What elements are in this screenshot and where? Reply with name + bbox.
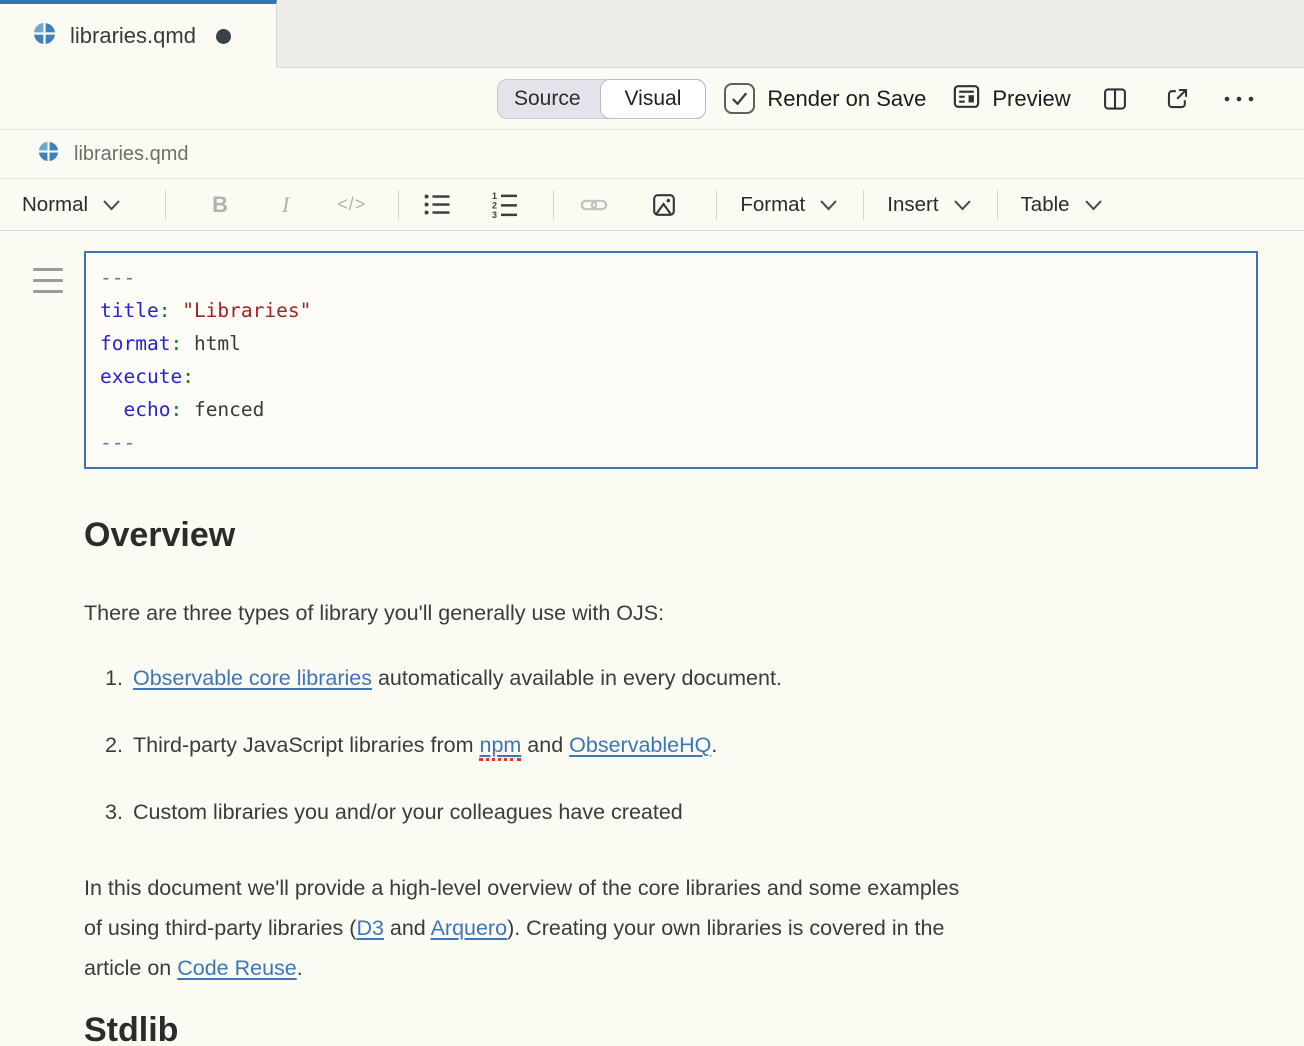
chevron-down-icon	[1084, 199, 1103, 211]
editor-mode-toggle: Source Visual	[497, 79, 706, 119]
tab-bar: libraries.qmd	[0, 0, 1304, 68]
formatting-toolbar: Normal B I </> 1 2 3	[0, 179, 1304, 231]
preview-label: Preview	[992, 86, 1070, 112]
preview-button[interactable]: Preview	[951, 81, 1070, 117]
render-on-save-checkbox[interactable]	[724, 83, 755, 114]
yaml-echo-line: echo: fenced	[100, 393, 1242, 426]
insert-menu-label: Insert	[887, 193, 938, 217]
list-number: 1.	[105, 664, 133, 692]
source-mode-button[interactable]: Source	[498, 87, 601, 111]
preview-icon	[951, 81, 982, 117]
code-button[interactable]: </>	[337, 194, 366, 215]
yaml-execute-line: execute:	[100, 360, 1242, 393]
chevron-down-icon	[102, 199, 121, 211]
render-on-save-label[interactable]: Render on Save	[767, 86, 926, 112]
numbered-list-icon: 1 2 3	[492, 191, 519, 218]
list-item-text: Third-party JavaScript libraries from np…	[133, 731, 717, 759]
numbered-list-button[interactable]: 1 2 3	[492, 191, 519, 218]
yaml-title-line: title: "Libraries"	[100, 294, 1242, 327]
image-icon	[650, 191, 678, 219]
link-icon	[580, 191, 608, 219]
list-item: 1. Observable core libraries automatical…	[84, 664, 1234, 692]
intro-paragraph: There are three types of library you'll …	[84, 599, 1234, 627]
toolbar-separator	[165, 190, 166, 220]
quarto-icon	[33, 22, 56, 50]
list-item: 3. Custom libraries you and/or your coll…	[84, 798, 1234, 826]
unsaved-changes-indicator	[216, 29, 231, 44]
toolbar-separator	[398, 190, 399, 220]
chevron-down-icon	[819, 199, 838, 211]
closing-paragraph: In this document we'll provide a high-le…	[84, 868, 1234, 988]
table-menu-label: Table	[1021, 193, 1070, 217]
external-link-icon	[1164, 85, 1191, 112]
yaml-delimiter: ---	[100, 426, 1242, 459]
arquero-link[interactable]: Arquero	[431, 916, 508, 940]
list-number: 2.	[105, 731, 133, 759]
toolbar-separator	[997, 190, 998, 220]
breadcrumb: libraries.qmd	[0, 130, 1304, 179]
editor-toolbar: Source Visual Render on Save Preview	[0, 68, 1304, 130]
split-view-icon	[1101, 85, 1129, 113]
breadcrumb-filename[interactable]: libraries.qmd	[74, 143, 188, 166]
observablehq-link[interactable]: ObservableHQ	[569, 733, 711, 757]
paragraph-style-value: Normal	[22, 193, 88, 217]
format-menu-label: Format	[740, 193, 805, 217]
d3-link[interactable]: D3	[356, 916, 383, 940]
list-item-text: Observable core libraries automatically …	[133, 664, 782, 692]
document-editor-canvas[interactable]: --- title: "Libraries" format: html exec…	[0, 231, 1304, 1043]
library-types-list: 1. Observable core libraries automatical…	[84, 664, 1234, 826]
insert-menu[interactable]: Insert	[887, 193, 971, 217]
svg-text:2: 2	[492, 201, 497, 211]
paragraph-line: In this document we'll provide a high-le…	[84, 868, 1234, 908]
quarto-icon	[38, 141, 59, 167]
split-editor-button[interactable]	[1101, 85, 1129, 113]
block-drag-handle-icon[interactable]	[33, 268, 63, 301]
bullet-list-icon	[424, 192, 451, 217]
more-options-button[interactable]	[1223, 94, 1255, 104]
paragraph-style-dropdown[interactable]: Normal	[22, 193, 121, 217]
image-button[interactable]	[650, 191, 678, 219]
code-reuse-link[interactable]: Code Reuse	[177, 956, 297, 980]
format-menu[interactable]: Format	[740, 193, 838, 217]
quarto-visual-editor: libraries.qmd Source Visual Render on Sa…	[0, 0, 1304, 1043]
yaml-delimiter: ---	[100, 261, 1242, 294]
heading-overview: Overview	[84, 515, 1234, 555]
bullet-list-button[interactable]	[424, 192, 451, 217]
yaml-format-line: format: html	[100, 327, 1242, 360]
heading-stdlib: Stdlib	[84, 1010, 1234, 1043]
paragraph-line: of using third-party libraries (D3 and A…	[84, 908, 1234, 948]
table-menu[interactable]: Table	[1021, 193, 1103, 217]
toolbar-separator	[716, 190, 717, 220]
npm-link[interactable]: npm	[479, 733, 521, 761]
tab-bar-empty-space	[277, 0, 1304, 68]
list-item: 2. Third-party JavaScript libraries from…	[84, 731, 1234, 759]
visual-mode-button[interactable]: Visual	[600, 79, 707, 119]
paragraph-line: article on Code Reuse.	[84, 948, 1234, 988]
svg-text:3: 3	[492, 210, 497, 218]
svg-text:1: 1	[492, 191, 497, 201]
chevron-down-icon	[953, 199, 972, 211]
tab-libraries-qmd[interactable]: libraries.qmd	[0, 0, 277, 68]
ellipsis-icon	[1223, 94, 1255, 104]
toolbar-separator	[863, 190, 864, 220]
yaml-front-matter-block[interactable]: --- title: "Libraries" format: html exec…	[84, 251, 1258, 469]
observable-core-libraries-link[interactable]: Observable core libraries	[133, 666, 372, 690]
link-button[interactable]	[580, 191, 608, 219]
italic-button[interactable]: I	[282, 192, 289, 218]
list-number: 3.	[105, 798, 133, 826]
open-in-new-window-button[interactable]	[1164, 85, 1191, 112]
bold-button[interactable]: B	[212, 192, 228, 218]
tab-title: libraries.qmd	[70, 23, 196, 49]
list-item-text: Custom libraries you and/or your colleag…	[133, 798, 683, 826]
checkmark-icon	[728, 87, 751, 110]
toolbar-separator	[553, 190, 554, 220]
